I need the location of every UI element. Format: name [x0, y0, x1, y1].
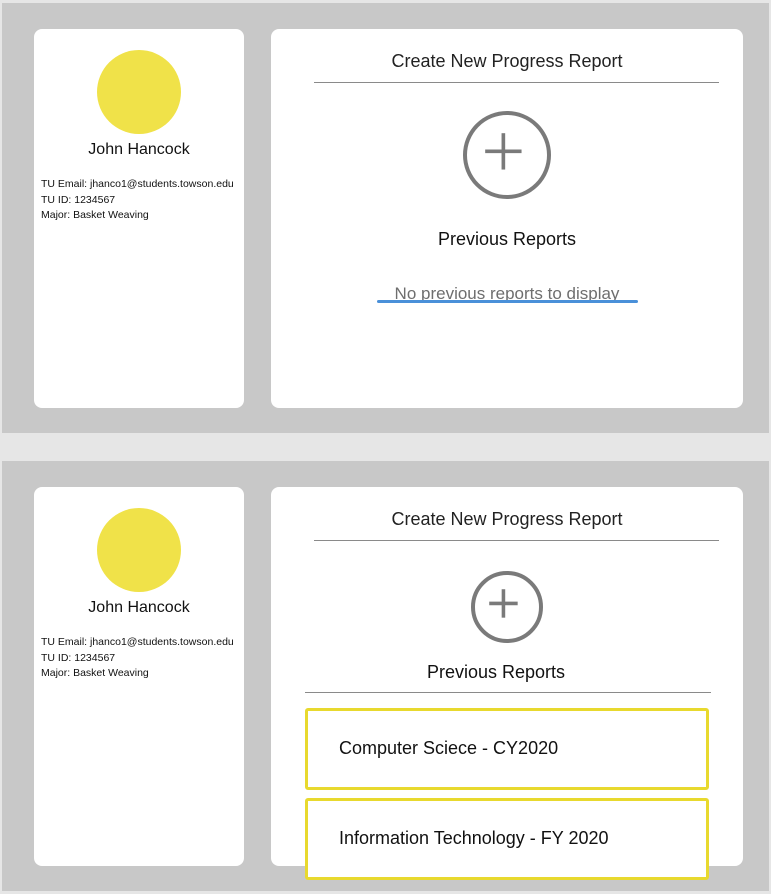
previous-reports-title: Previous Reports [437, 229, 577, 249]
user-id: TU ID: 1234567 [41, 651, 116, 664]
report-list-item[interactable]: Information Technology - FY 2020 [305, 798, 709, 880]
plus-circle-icon [485, 133, 522, 170]
user-details: TU Email: jhanco1@students.towson.edu TU… [41, 177, 241, 224]
avatar [97, 50, 181, 134]
reports-card: Create New Progress Report Previous Repo… [271, 29, 743, 408]
user-email: TU Email: jhanco1@students.towson.edu [41, 636, 234, 648]
profile-card: John Hancock TU Email: jhanco1@students.… [34, 29, 244, 408]
create-report-title: Create New Progress Report [391, 51, 623, 71]
user-name: John Hancock [88, 599, 190, 616]
previous-reports-title: Previous Reports [426, 662, 566, 682]
divider [305, 692, 711, 693]
create-report-button[interactable] [463, 111, 551, 199]
create-report-button[interactable] [471, 571, 543, 643]
plus-circle-icon [489, 589, 518, 618]
user-name: John Hancock [88, 141, 190, 158]
reports-card: Create New Progress Report Previous Repo… [271, 487, 743, 880]
avatar [97, 508, 181, 592]
spellcheck-underline [377, 300, 638, 303]
divider [314, 82, 719, 83]
report-label: Information Technology - FY 2020 [339, 828, 609, 848]
create-report-title: Create New Progress Report [391, 509, 623, 529]
report-list-item[interactable]: Computer Sciece - CY2020 [305, 708, 709, 790]
report-label: Computer Sciece - CY2020 [339, 738, 559, 758]
user-email: TU Email: jhanco1@students.towson.edu [41, 178, 234, 190]
divider [314, 540, 719, 541]
user-major: Major: Basket Weaving [41, 667, 149, 679]
user-details: TU Email: jhanco1@students.towson.edu TU… [41, 635, 241, 682]
profile-card: John Hancock TU Email: jhanco1@students.… [34, 487, 244, 866]
user-major: Major: Basket Weaving [41, 209, 149, 221]
screen-report-list: John Hancock TU Email: jhanco1@students.… [2, 461, 769, 891]
screen-empty-state: John Hancock TU Email: jhanco1@students.… [2, 3, 769, 433]
user-id: TU ID: 1234567 [41, 193, 116, 206]
